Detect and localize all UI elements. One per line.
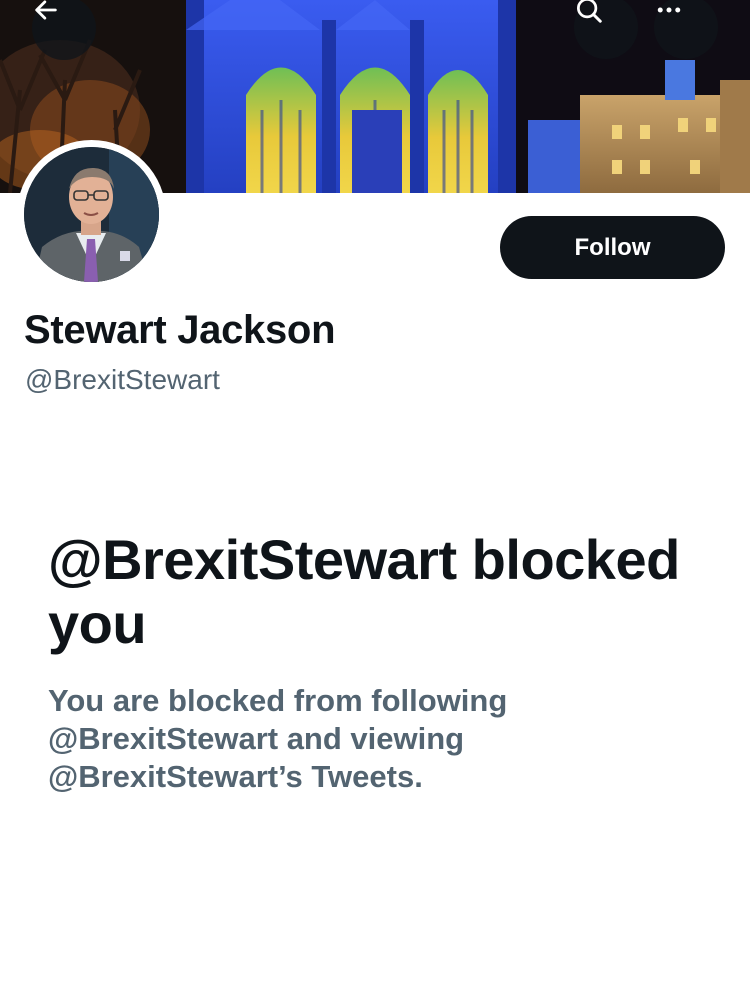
follow-button[interactable]: Follow xyxy=(500,216,725,279)
more-horizontal-icon xyxy=(657,7,681,13)
avatar[interactable] xyxy=(17,140,166,289)
profile-display-name: Stewart Jackson xyxy=(24,308,336,352)
arrow-left-icon xyxy=(35,0,57,20)
avatar-image xyxy=(24,147,159,282)
blocked-title: @BrexitStewart blocked you xyxy=(48,528,680,655)
search-icon xyxy=(577,0,602,23)
blocked-description: You are blocked from following @BrexitSt… xyxy=(48,683,508,794)
profile-handle: @BrexitStewart xyxy=(25,364,220,395)
